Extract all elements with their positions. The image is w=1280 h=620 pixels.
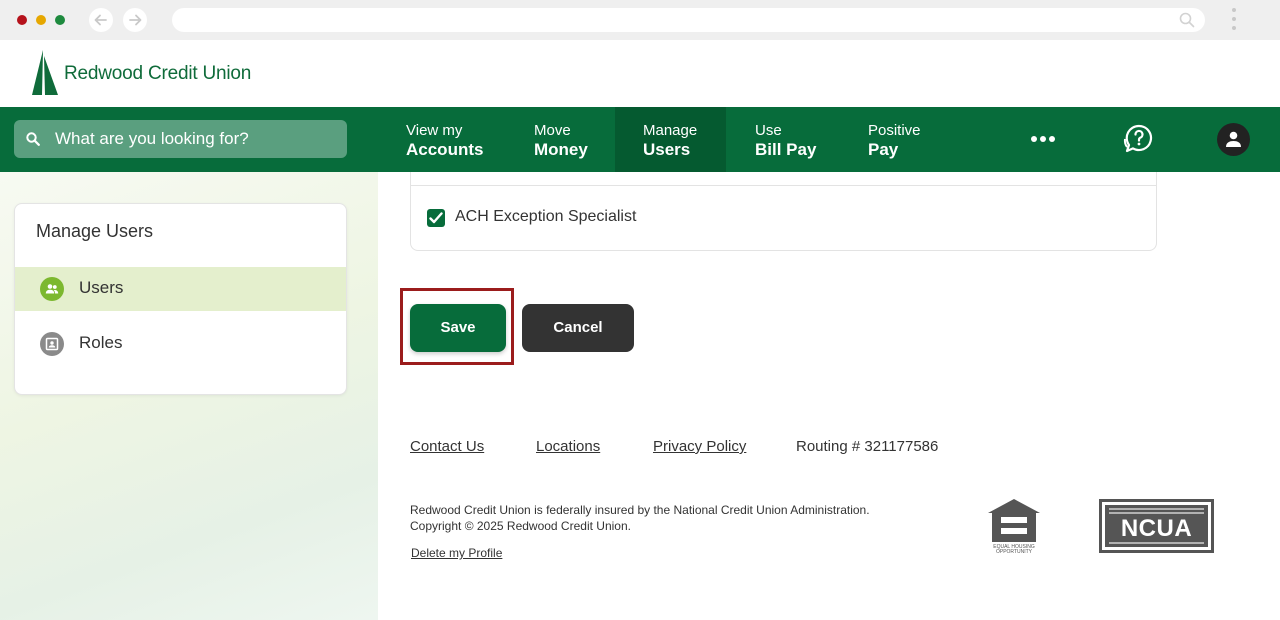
legal-line-insurance: Redwood Credit Union is federally insure… bbox=[410, 503, 870, 517]
nav-use-bill-pay[interactable]: Use Bill Pay bbox=[743, 107, 833, 172]
nav-move-money[interactable]: Move Money bbox=[522, 107, 612, 172]
help-chat-icon[interactable] bbox=[1122, 123, 1154, 159]
redwood-tree-icon bbox=[32, 50, 58, 95]
legal-line-copyright: Copyright © 2025 Redwood Credit Union. bbox=[410, 519, 631, 533]
sidebar-item-roles[interactable]: Roles bbox=[15, 322, 346, 366]
nav-item-line2: Pay bbox=[868, 140, 899, 159]
logo[interactable]: Redwood Credit Union bbox=[30, 50, 251, 96]
ncua-badge: NCUA bbox=[1105, 505, 1208, 547]
nav-item-line1: View my bbox=[406, 122, 463, 139]
nav-item-line2: Accounts bbox=[406, 140, 484, 159]
cancel-button[interactable]: Cancel bbox=[522, 304, 634, 352]
users-icon bbox=[40, 277, 64, 301]
more-icon[interactable] bbox=[1031, 136, 1055, 142]
browser-chrome bbox=[0, 0, 1280, 40]
nav-item-line2: Users bbox=[643, 140, 691, 159]
window-maximize-dot[interactable] bbox=[55, 15, 65, 25]
ncua-logo: NCUA bbox=[1099, 499, 1214, 553]
footer-link-contact[interactable]: Contact Us bbox=[410, 438, 484, 455]
routing-number: Routing # 321177586 bbox=[796, 438, 939, 455]
roles-icon bbox=[40, 332, 64, 356]
nav-manage-users[interactable]: Manage Users bbox=[615, 107, 726, 172]
window-minimize-dot[interactable] bbox=[36, 15, 46, 25]
window-close-dot[interactable] bbox=[17, 15, 27, 25]
browser-forward-button[interactable] bbox=[123, 8, 147, 32]
search-placeholder: What are you looking for? bbox=[55, 129, 249, 148]
checkmark-icon bbox=[429, 212, 443, 224]
nav-item-line1: Manage bbox=[643, 122, 698, 139]
divider bbox=[411, 185, 1156, 186]
sidebar-item-label: Users bbox=[79, 278, 124, 297]
browser-back-button[interactable] bbox=[89, 8, 113, 32]
site-header: Redwood Credit Union bbox=[0, 40, 1280, 107]
person-icon bbox=[1226, 131, 1241, 147]
logo-text: Redwood Credit Union bbox=[64, 63, 252, 84]
arrow-left-icon bbox=[94, 14, 107, 26]
profile-icon[interactable] bbox=[1217, 123, 1250, 156]
role-label[interactable]: ACH Exception Specialist bbox=[455, 208, 636, 226]
nav-positive-pay[interactable]: Positive Pay bbox=[856, 107, 946, 172]
address-bar[interactable] bbox=[172, 8, 1205, 32]
ncua-text: NCUA bbox=[1120, 515, 1193, 542]
nav-item-line1: Use bbox=[755, 122, 782, 139]
nav-item-line1: Positive bbox=[868, 122, 921, 139]
sidebar-item-users[interactable]: Users bbox=[15, 267, 346, 311]
arrow-right-icon bbox=[129, 14, 142, 26]
legal-text: Redwood Credit Union is federally insure… bbox=[410, 502, 870, 534]
equal-housing-icon: EQUAL HOUSING OPPORTUNITY bbox=[986, 498, 1042, 556]
nav-item-line2: Money bbox=[534, 140, 588, 159]
role-options-panel: ACH Exception Specialist bbox=[410, 172, 1157, 251]
nav-item-line1: Move bbox=[534, 122, 571, 139]
search-icon bbox=[1179, 12, 1195, 28]
browser-menu-icon[interactable] bbox=[1229, 8, 1239, 34]
sidebar-title: Manage Users bbox=[36, 221, 154, 241]
search-icon bbox=[26, 132, 40, 146]
nav-view-accounts[interactable]: View my Accounts bbox=[394, 107, 498, 172]
sidebar-item-label: Roles bbox=[79, 333, 123, 352]
role-checkbox[interactable] bbox=[427, 209, 445, 227]
sidebar-card: Manage Users Users Roles bbox=[14, 203, 347, 395]
footer-link-locations[interactable]: Locations bbox=[536, 438, 600, 455]
save-button[interactable]: Save bbox=[410, 304, 506, 352]
nav-item-line2: Bill Pay bbox=[755, 140, 817, 159]
footer-link-privacy[interactable]: Privacy Policy bbox=[653, 438, 746, 455]
delete-profile-link[interactable]: Delete my Profile bbox=[411, 546, 502, 560]
main-nav: What are you looking for? View my Accoun… bbox=[0, 107, 1280, 172]
search-input[interactable]: What are you looking for? bbox=[14, 120, 347, 158]
eho-text: EQUAL HOUSING OPPORTUNITY bbox=[993, 544, 1035, 555]
